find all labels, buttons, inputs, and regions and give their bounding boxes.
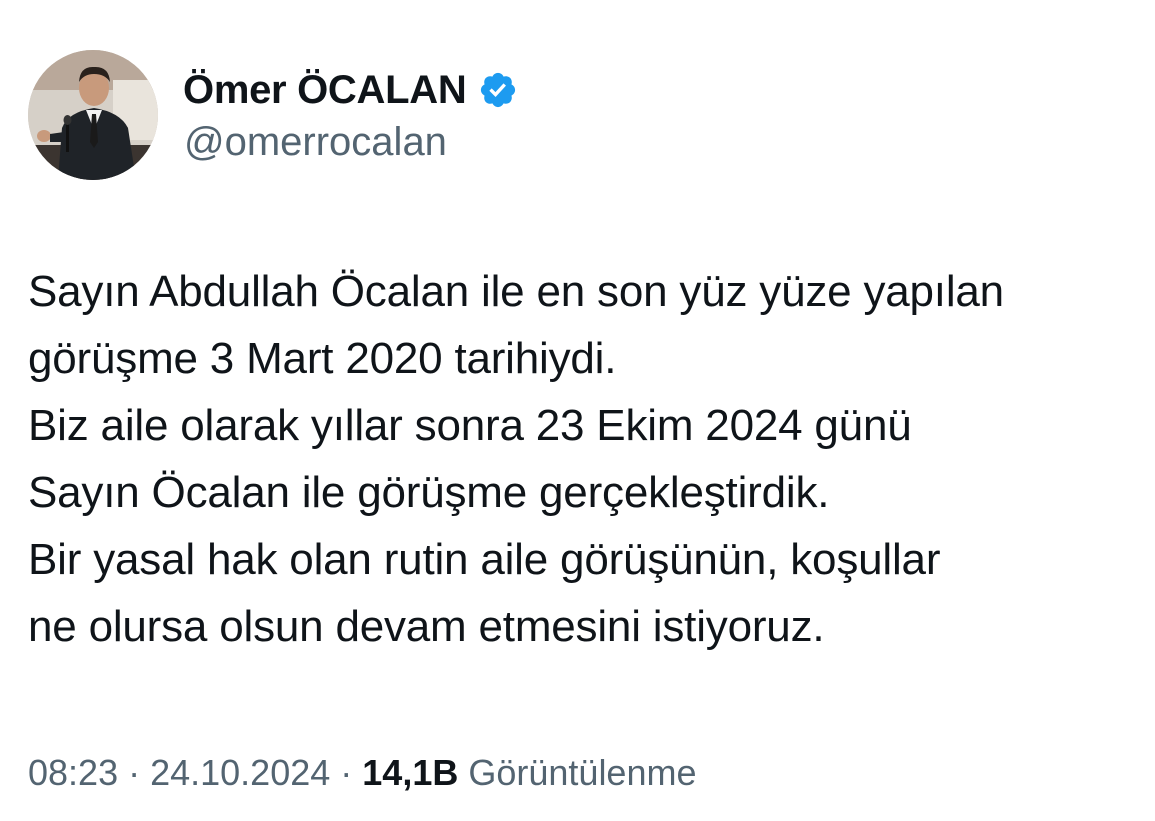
tweet-text-line: görüşme 3 Mart 2020 tarihiydi.	[28, 334, 617, 383]
views-label[interactable]: Görüntülenme	[468, 752, 696, 794]
tweet-text-line: Sayın Abdullah Öcalan ile en son yüz yüz…	[28, 267, 1004, 316]
tweet-time[interactable]: 08:23	[28, 752, 118, 794]
tweet-text-line: Biz aile olarak yıllar sonra 23 Ekim 202…	[28, 401, 912, 450]
author-handle[interactable]: @omerrocalan	[184, 120, 447, 165]
avatar[interactable]	[28, 50, 158, 180]
author-display-name[interactable]: Ömer ÖCALAN	[183, 68, 467, 113]
tweet-text: Sayın Abdullah Öcalan ile en son yüz yüz…	[28, 258, 1148, 660]
tweet-text-line: ne olursa olsun devam etmesini istiyoruz…	[28, 602, 825, 651]
tweet-meta: 08:23 · 24.10.2024 · 14,1B Görüntülenme	[28, 752, 697, 794]
tweet-text-line: Sayın Öcalan ile görüşme gerçekleştirdik…	[28, 468, 830, 517]
views-count[interactable]: 14,1B	[362, 752, 458, 794]
meta-separator: ·	[340, 752, 353, 793]
meta-separator: ·	[128, 752, 141, 793]
verified-badge-icon	[481, 72, 516, 108]
tweet-card: Ömer ÖCALAN @omerrocalan Sayın Abdullah …	[0, 0, 1155, 821]
tweet-date[interactable]: 24.10.2024	[150, 752, 330, 794]
tweet-text-line: Bir yasal hak olan rutin aile görüşünün,…	[28, 535, 941, 584]
author-name-row[interactable]: Ömer ÖCALAN	[183, 64, 518, 116]
avatar-photo	[28, 50, 158, 180]
